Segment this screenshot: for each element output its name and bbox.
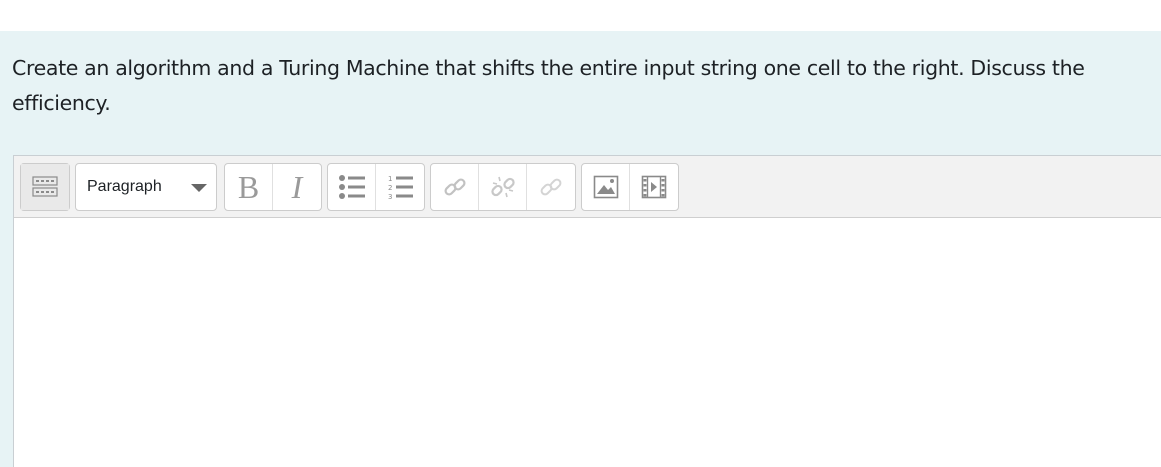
paragraph-style-value: Paragraph (87, 178, 162, 195)
bold-icon: B (237, 169, 260, 205)
question-text: Create an algorithm and a Turing Machine… (12, 56, 1085, 115)
ordered-list-icon: 1 2 3 (388, 175, 413, 200)
image-button[interactable] (582, 164, 630, 210)
list-group: 1 2 3 (327, 163, 425, 211)
media-group (581, 163, 679, 211)
media-button[interactable] (630, 164, 678, 210)
editor-toolbar: Paragraph B I 1 2 3 (14, 156, 1161, 218)
unordered-list-icon (338, 175, 365, 199)
paragraph-style-select[interactable]: Paragraph (76, 164, 216, 210)
link-group (430, 163, 576, 211)
italic-button[interactable]: I (273, 164, 321, 210)
svg-text:3: 3 (388, 193, 392, 200)
anchor-icon (540, 178, 562, 196)
unlink-button[interactable] (479, 164, 527, 210)
toolbar-toggle-group (20, 163, 70, 211)
media-icon (641, 175, 667, 199)
editor-content-area[interactable] (14, 218, 1161, 467)
rich-text-editor: Paragraph B I 1 2 3 (13, 155, 1161, 467)
svg-text:1: 1 (388, 175, 392, 183)
format-group: B I (224, 163, 322, 211)
svg-text:2: 2 (388, 184, 392, 192)
chevron-down-icon (191, 184, 207, 192)
paragraph-style-group: Paragraph (75, 163, 217, 211)
italic-icon: I (291, 169, 303, 205)
bold-button[interactable]: B (225, 164, 273, 210)
toolbar-toggle-icon (32, 176, 58, 197)
unlink-icon (490, 176, 515, 198)
ordered-list-button[interactable]: 1 2 3 (376, 164, 424, 210)
unordered-list-button[interactable] (328, 164, 376, 210)
anchor-button[interactable] (527, 164, 575, 210)
link-icon (443, 178, 466, 196)
image-icon (593, 175, 618, 199)
toolbar-toggle-button[interactable] (21, 164, 69, 210)
link-button[interactable] (431, 164, 479, 210)
